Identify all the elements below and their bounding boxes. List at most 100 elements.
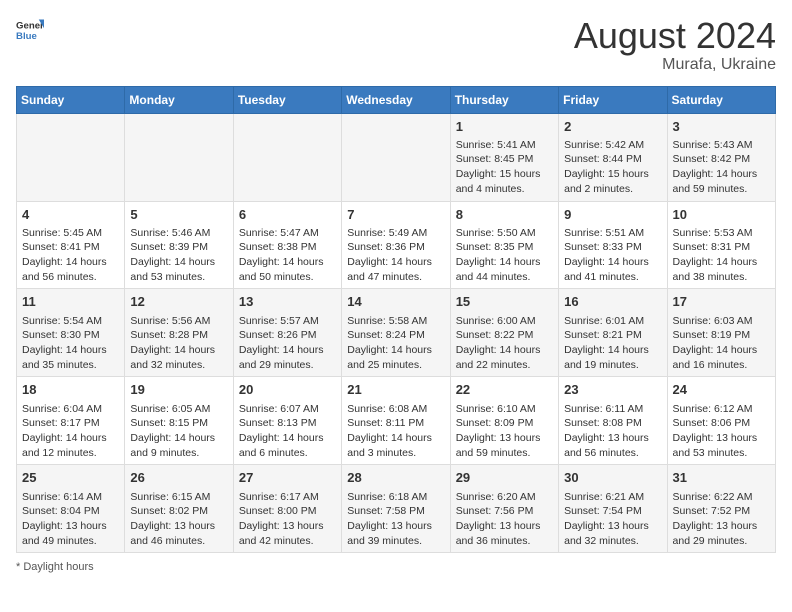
day-number: 16 <box>564 293 661 311</box>
sunset: Sunset: 8:09 PM <box>456 417 534 429</box>
daylight: Daylight: 14 hours and 41 minutes. <box>564 256 649 283</box>
day-number: 11 <box>22 293 119 311</box>
sunset: Sunset: 8:04 PM <box>22 505 100 517</box>
sunrise: Sunrise: 6:05 AM <box>130 403 210 415</box>
calendar-cell: 26Sunrise: 6:15 AMSunset: 8:02 PMDayligh… <box>125 465 233 553</box>
sunrise: Sunrise: 6:01 AM <box>564 315 644 327</box>
calendar-cell <box>125 113 233 201</box>
sunset: Sunset: 8:21 PM <box>564 329 642 341</box>
daylight: Daylight: 13 hours and 59 minutes. <box>456 432 541 459</box>
day-number: 3 <box>673 118 770 136</box>
day-number: 29 <box>456 469 553 487</box>
calendar-cell: 31 Sunrise: 6:22 AM Sunset: 7:52 PM Dayligh… <box>667 465 775 553</box>
day-number: 4 <box>22 206 119 224</box>
calendar-cell: 23Sunrise: 6:11 AMSunset: 8:08 PMDayligh… <box>559 377 667 465</box>
daylight: Daylight: 14 hours and 9 minutes. <box>130 432 215 459</box>
sunrise: Sunrise: 5:43 AM <box>673 139 753 151</box>
day-number: 12 <box>130 293 227 311</box>
col-header-sunday: Sunday <box>17 86 125 113</box>
day-number: 2 <box>564 118 661 136</box>
day-number: 15 <box>456 293 553 311</box>
calendar-cell: 1Sunrise: 5:41 AMSunset: 8:45 PMDaylight… <box>450 113 558 201</box>
calendar-table: SundayMondayTuesdayWednesdayThursdayFrid… <box>16 86 776 554</box>
daylight: Daylight: 13 hours and 39 minutes. <box>347 520 432 547</box>
day-number: 18 <box>22 381 119 399</box>
sunset: Sunset: 8:41 PM <box>22 241 100 253</box>
calendar-cell: 21Sunrise: 6:08 AMSunset: 8:11 PMDayligh… <box>342 377 450 465</box>
sunrise: Sunrise: 5:50 AM <box>456 227 536 239</box>
daylight: Daylight: 13 hours and 29 minutes. <box>673 520 758 547</box>
daylight: Daylight: 14 hours and 50 minutes. <box>239 256 324 283</box>
day-number: 14 <box>347 293 444 311</box>
calendar-cell: 4 Sunrise: 5:45 AM Sunset: 8:41 PM Daylight… <box>17 201 125 289</box>
day-number: 26 <box>130 469 227 487</box>
sunrise: Sunrise: 6:17 AM <box>239 491 319 503</box>
sunset: Sunset: 8:44 PM <box>564 153 642 165</box>
daylight: Daylight: 14 hours and 56 minutes. <box>22 256 107 283</box>
daylight: Daylight: 14 hours and 35 minutes. <box>22 344 107 371</box>
calendar-cell: 11Sunrise: 5:54 AMSunset: 8:30 PMDayligh… <box>17 289 125 377</box>
sunrise: Sunrise: 5:54 AM <box>22 315 102 327</box>
sunset: Sunset: 8:35 PM <box>456 241 534 253</box>
calendar-cell <box>342 113 450 201</box>
day-number: 31 <box>673 469 770 487</box>
calendar-cell: 19Sunrise: 6:05 AMSunset: 8:15 PMDayligh… <box>125 377 233 465</box>
daylight: Daylight: 13 hours and 46 minutes. <box>130 520 215 547</box>
sunrise: Sunrise: 6:22 AM <box>673 491 753 503</box>
calendar-cell: 6Sunrise: 5:47 AMSunset: 8:38 PMDaylight… <box>233 201 341 289</box>
sunrise: Sunrise: 6:14 AM <box>22 491 102 503</box>
sunset: Sunset: 7:58 PM <box>347 505 425 517</box>
day-number: 24 <box>673 381 770 399</box>
sunset: Sunset: 7:52 PM <box>673 505 751 517</box>
calendar-cell: 5Sunrise: 5:46 AMSunset: 8:39 PMDaylight… <box>125 201 233 289</box>
day-number: 22 <box>456 381 553 399</box>
daylight: Daylight: 14 hours and 47 minutes. <box>347 256 432 283</box>
sunset: Sunset: 8:45 PM <box>456 153 534 165</box>
sunrise: Sunrise: 6:11 AM <box>564 403 643 415</box>
daylight: Daylight: 13 hours and 32 minutes. <box>564 520 649 547</box>
sunset: Sunset: 8:15 PM <box>130 417 208 429</box>
col-header-friday: Friday <box>559 86 667 113</box>
daylight: Daylight: 14 hours and 59 minutes. <box>673 168 758 195</box>
sunset: Sunset: 8:19 PM <box>673 329 751 341</box>
daylight: Daylight: 13 hours and 56 minutes. <box>564 432 649 459</box>
sunrise: Sunrise: 5:45 AM <box>22 227 102 239</box>
calendar-cell: 13Sunrise: 5:57 AMSunset: 8:26 PMDayligh… <box>233 289 341 377</box>
calendar-cell: 30Sunrise: 6:21 AMSunset: 7:54 PMDayligh… <box>559 465 667 553</box>
daylight: Daylight: 14 hours and 19 minutes. <box>564 344 649 371</box>
daylight: Daylight: 14 hours and 29 minutes. <box>239 344 324 371</box>
calendar-cell: 29Sunrise: 6:20 AMSunset: 7:56 PMDayligh… <box>450 465 558 553</box>
sunrise: Sunrise: 6:20 AM <box>456 491 536 503</box>
calendar-cell: 10Sunrise: 5:53 AMSunset: 8:31 PMDayligh… <box>667 201 775 289</box>
sunset: Sunset: 7:54 PM <box>564 505 642 517</box>
sunset: Sunset: 8:28 PM <box>130 329 208 341</box>
calendar-cell: 14Sunrise: 5:58 AMSunset: 8:24 PMDayligh… <box>342 289 450 377</box>
col-header-thursday: Thursday <box>450 86 558 113</box>
sunrise: Sunrise: 5:41 AM <box>456 139 536 151</box>
sunset: Sunset: 8:42 PM <box>673 153 751 165</box>
sunrise: Sunrise: 6:10 AM <box>456 403 536 415</box>
sunrise: Sunrise: 5:42 AM <box>564 139 644 151</box>
sunrise: Sunrise: 5:58 AM <box>347 315 427 327</box>
page-header: General Blue August 2024 Murafa, Ukraine <box>16 16 776 74</box>
calendar-cell: 8Sunrise: 5:50 AMSunset: 8:35 PMDaylight… <box>450 201 558 289</box>
calendar-cell: 9Sunrise: 5:51 AMSunset: 8:33 PMDaylight… <box>559 201 667 289</box>
daylight: Daylight: 14 hours and 32 minutes. <box>130 344 215 371</box>
sunset: Sunset: 8:36 PM <box>347 241 425 253</box>
daylight: Daylight: 14 hours and 12 minutes. <box>22 432 107 459</box>
calendar-cell <box>17 113 125 201</box>
day-number: 1 <box>456 118 553 136</box>
sunset: Sunset: 8:24 PM <box>347 329 425 341</box>
daylight: Daylight: 14 hours and 6 minutes. <box>239 432 324 459</box>
sunrise: Sunrise: 6:04 AM <box>22 403 102 415</box>
sunrise: Sunrise: 5:47 AM <box>239 227 319 239</box>
sunset: Sunset: 7:56 PM <box>456 505 534 517</box>
sunrise: Sunrise: 6:12 AM <box>673 403 753 415</box>
col-header-monday: Monday <box>125 86 233 113</box>
svg-text:General: General <box>16 20 44 31</box>
sunset: Sunset: 8:38 PM <box>239 241 317 253</box>
sunset: Sunset: 8:17 PM <box>22 417 100 429</box>
calendar-cell: 12Sunrise: 5:56 AMSunset: 8:28 PMDayligh… <box>125 289 233 377</box>
daylight: Daylight: 13 hours and 42 minutes. <box>239 520 324 547</box>
col-header-wednesday: Wednesday <box>342 86 450 113</box>
